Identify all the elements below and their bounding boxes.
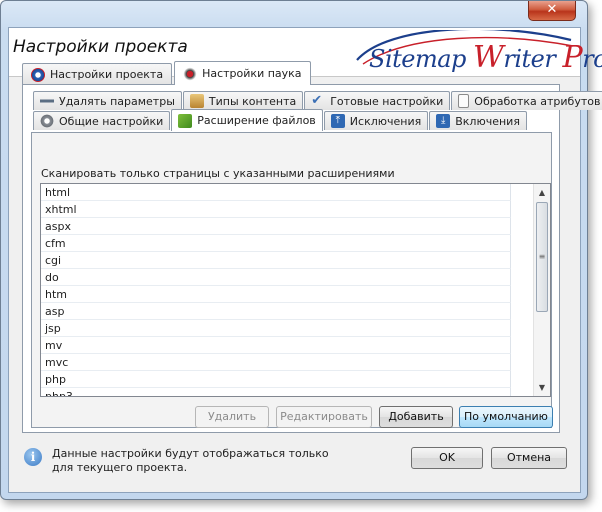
project-settings-window: ✕ Настройки проекта Sitemap Writer Pro Н… xyxy=(0,0,602,500)
tab-label: Исключения xyxy=(349,114,422,128)
tab-remove-parameters[interactable]: Удалять параметры xyxy=(33,91,182,110)
tab-label: Расширение файлов xyxy=(197,114,316,127)
tab-label: Удалять параметры xyxy=(59,94,175,108)
gear-globe-icon xyxy=(31,67,45,82)
list-item[interactable]: mvc xyxy=(41,354,511,371)
tab-label: Настройки паука xyxy=(202,67,302,80)
add-button[interactable]: Добавить xyxy=(379,406,453,428)
tab-exclusions[interactable]: ⤒ Исключения xyxy=(323,111,429,130)
logo-part: ro xyxy=(582,45,602,73)
tab-label: Настройки проекта xyxy=(50,68,164,81)
extensions-list[interactable]: html xhtml aspx cfm cgi do htm asp jsp mv mvc php ph… xyxy=(40,183,551,397)
tab-preset-settings[interactable]: ✔ Готовые настройки xyxy=(304,91,451,110)
tab-general-settings[interactable]: Общие настройки xyxy=(33,111,171,130)
tab-label: Типы контента xyxy=(208,94,297,108)
spider-settings-panel: Удалять параметры Типы контента ✔ Готовы… xyxy=(22,84,602,433)
delete-button[interactable]: Удалить xyxy=(195,406,269,428)
logo-part: riter xyxy=(503,45,563,73)
scroll-thumb[interactable]: ≡ xyxy=(536,202,548,312)
tab-label: Обработка атрибутов xyxy=(474,94,601,108)
extensions-caption: Сканировать только страницы с указанными… xyxy=(41,167,395,180)
logo-part: P xyxy=(562,40,583,75)
tab-content-types[interactable]: Типы контента xyxy=(182,91,304,110)
list-item[interactable]: htm xyxy=(41,286,511,303)
ok-button[interactable]: OK xyxy=(411,447,483,469)
check-icon: ✔ xyxy=(311,93,323,108)
logo-part: itemap xyxy=(384,45,474,73)
tab-label: Включения xyxy=(455,114,520,128)
list-item[interactable]: asp xyxy=(41,303,511,320)
tab-file-extensions[interactable]: Расширение файлов xyxy=(171,109,323,131)
list-item[interactable]: php3 xyxy=(41,388,511,396)
footer-note: Данные настройки будут отображаться толь… xyxy=(52,447,329,474)
list-item[interactable]: html xyxy=(41,184,511,201)
dialog-title: Настройки проекта xyxy=(13,37,188,57)
inner-tabstrip-row1: Удалять параметры Типы контента ✔ Готовы… xyxy=(33,91,602,110)
inner-tabstrip-row2: Общие настройки Расширение файлов ⤒ Искл… xyxy=(33,109,527,131)
tab-label: Общие настройки xyxy=(59,114,164,128)
tab-label: Готовые настройки xyxy=(330,94,444,108)
puzzle-icon xyxy=(178,113,193,128)
minus-icon xyxy=(40,94,54,108)
list-item[interactable]: mv xyxy=(41,337,511,354)
box-icon xyxy=(189,94,204,108)
gear-icon xyxy=(40,114,54,128)
close-button[interactable]: ✕ xyxy=(528,1,576,21)
upload-icon: ⤒ xyxy=(330,114,345,128)
list-item[interactable]: do xyxy=(41,269,511,286)
spider-icon xyxy=(183,66,198,81)
file-extensions-panel: Сканировать только страницы с указанными… xyxy=(31,132,553,428)
sitemap-writer-pro-logo: Sitemap Writer Pro xyxy=(349,28,602,77)
document-icon xyxy=(458,94,470,108)
tab-inclusions[interactable]: ⤓ Включения xyxy=(429,111,527,130)
list-item[interactable]: cfm xyxy=(41,235,511,252)
tab-attribute-processing[interactable]: Обработка атрибутов xyxy=(451,91,602,110)
tab-spider-settings[interactable]: Настройки паука xyxy=(174,61,311,85)
edit-button[interactable]: Редактировать xyxy=(276,406,372,428)
tab-project-settings[interactable]: Настройки проекта xyxy=(22,63,173,85)
list-item[interactable]: cgi xyxy=(41,252,511,269)
list-item[interactable]: aspx xyxy=(41,218,511,235)
list-item[interactable]: php xyxy=(41,371,511,388)
list-item[interactable]: xhtml xyxy=(41,201,511,218)
logo-part: S xyxy=(369,45,385,73)
cancel-button[interactable]: Отмена xyxy=(491,447,567,469)
info-icon: i xyxy=(24,448,42,466)
outer-tabstrip: Настройки проекта Настройки паука xyxy=(22,61,311,85)
download-icon: ⤓ xyxy=(436,114,451,128)
extensions-list-rows: html xhtml aspx cfm cgi do htm asp jsp mv mvc php ph… xyxy=(41,184,531,396)
list-item[interactable]: jsp xyxy=(41,320,511,337)
scroll-up-icon[interactable]: ▲ xyxy=(534,184,550,201)
default-button[interactable]: По умолчанию xyxy=(459,406,553,428)
scroll-down-icon[interactable]: ▼ xyxy=(534,379,550,396)
logo-part: W xyxy=(473,40,504,75)
list-scrollbar[interactable]: ▲ ≡ ▼ xyxy=(533,184,550,396)
close-icon: ✕ xyxy=(546,2,558,17)
